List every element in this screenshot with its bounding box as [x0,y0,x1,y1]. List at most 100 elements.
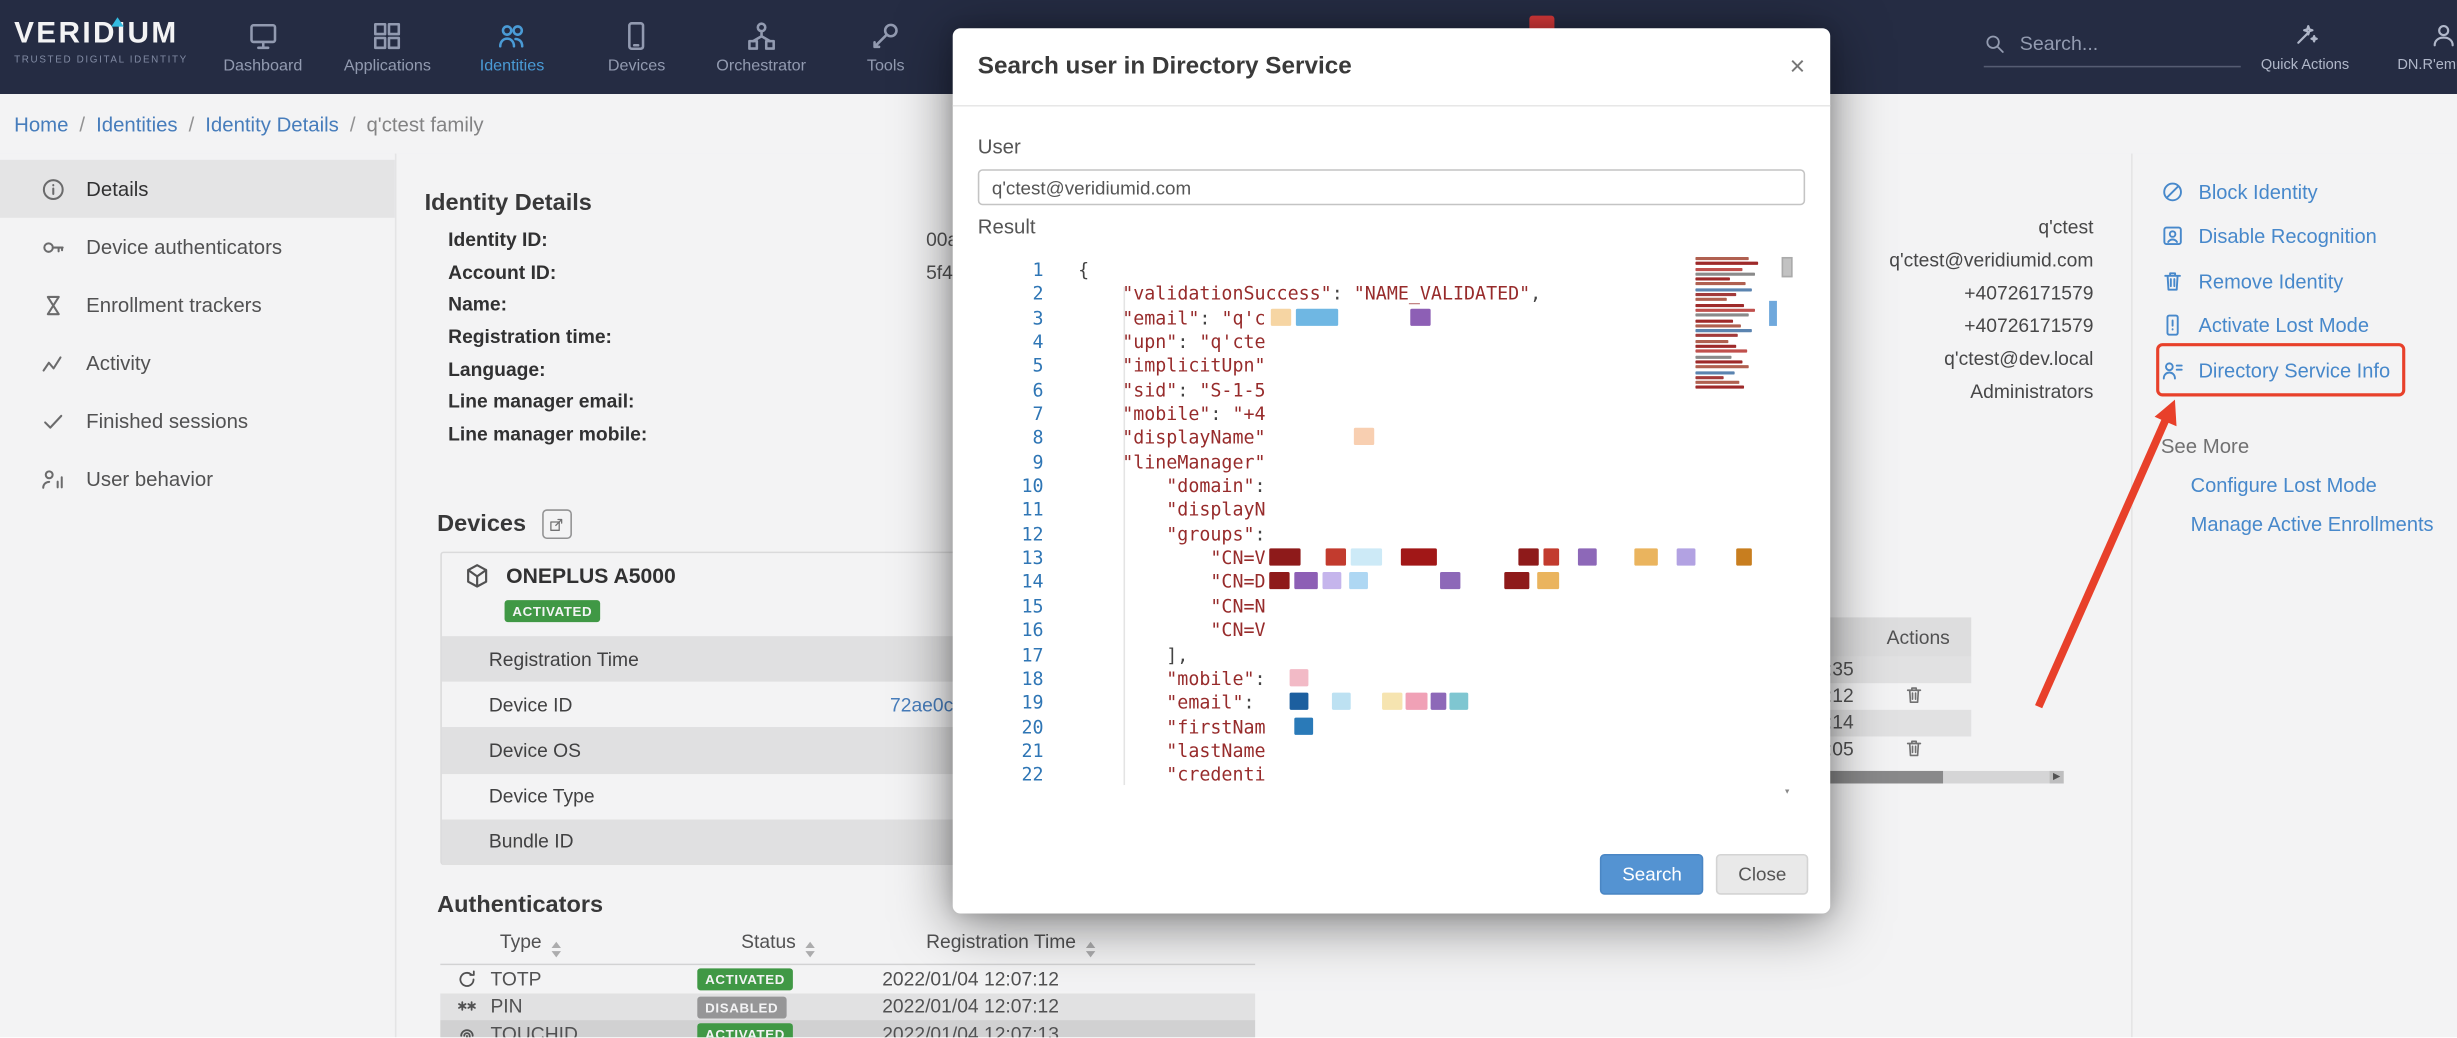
scroll-down-icon[interactable]: ▾ [1782,785,1793,798]
link-manage-active-enrollments[interactable]: Manage Active Enrollments [2191,512,2457,536]
line-number: 10 [978,475,1044,499]
sidebar-item-device-authenticators[interactable]: Device authenticators [0,218,395,276]
redaction-chip [1269,549,1300,566]
column-header-status[interactable]: Status [741,931,926,958]
action-disable-recognition[interactable]: Disable Recognition [2161,222,2457,250]
session-time: :12 [1827,685,1854,707]
code-line: 4 "upn": "q'cte [978,331,1805,355]
code-line: 20 "firstNam [978,715,1805,739]
open-devices-button[interactable] [542,509,572,539]
redaction-chip [1289,669,1308,686]
action-remove-identity[interactable]: Remove Identity [2161,266,2457,294]
registration-time: 2022/01/04 12:07:12 [882,996,1255,1018]
sidebar-item-label: Details [86,177,148,201]
result-code-editor[interactable]: 1{2 "validationSuccess": "NAME_VALIDATED… [978,249,1805,801]
veridium-logo[interactable]: VERIDIUM TRUSTED DIGITAL IDENTITY [14,17,188,66]
redaction-chip [1577,549,1596,566]
field-label: Account ID: [448,262,926,284]
breadcrumb-item-identities[interactable]: Identities [96,112,178,136]
breadcrumb-separator: / [79,112,85,136]
nav-item-tools[interactable]: Tools [823,0,948,94]
nav-item-devices[interactable]: Devices [574,0,699,94]
editor-scrollbar[interactable]: ▾ [1782,252,1793,797]
sidebar-item-finished-sessions[interactable]: Finished sessions [0,392,395,450]
sidebar-item-details[interactable]: Details [0,160,395,218]
field-label: Identity ID: [448,229,926,251]
redaction-chip [1269,573,1289,590]
redaction-chip [1543,549,1559,566]
user-menu[interactable]: DN.R'emuß G [2371,0,2457,94]
line-number: 13 [978,547,1044,571]
line-number: 19 [978,691,1044,715]
status-badge: ACTIVATED [697,1024,793,1037]
left-sidebar: Details Device authenticators Enrollment t… [0,154,395,1038]
redaction-chip [1449,693,1468,710]
action-label: Remove Identity [2198,269,2343,293]
nav-item-dashboard[interactable]: Dashboard [201,0,326,94]
line-number: 9 [978,451,1044,475]
session-time: :05 [1827,738,1854,760]
search-button[interactable]: Search [1600,854,1703,895]
identity-field-row: Account ID:5f4f [448,256,958,288]
sidebar-item-activity[interactable]: Activity [0,334,395,392]
sort-icon[interactable] [805,942,814,958]
redaction-chip [1325,549,1345,566]
redaction-chip [1634,549,1658,566]
line-number: 6 [978,379,1044,403]
pin-icon [456,996,478,1018]
redaction-chip [1289,693,1308,710]
sort-icon[interactable] [1085,942,1094,958]
directory-search-modal: Search user in Directory Service × User … [953,28,1830,913]
link-configure-lost-mode[interactable]: Configure Lost Mode [2191,473,2457,497]
column-header-type[interactable]: Type [440,931,741,958]
navbar-search[interactable]: Search... [1984,33,2241,67]
authenticator-row-pin: PINDISABLED2022/01/04 12:07:12 [440,993,1255,1021]
delete-row-button[interactable] [1904,738,1924,763]
field-label: Registration time: [448,326,926,348]
quick-actions-button[interactable]: Quick Actions [2252,0,2359,94]
user-input[interactable] [978,169,1805,205]
breadcrumb-item-identity-details[interactable]: Identity Details [205,112,339,136]
authenticators-title: Authenticators [437,892,603,919]
action-activate-lost-mode[interactable]: Activate Lost Mode [2161,311,2457,339]
fingerprint-icon [456,1023,478,1037]
session-time: :35 [1827,658,1854,680]
applications-icon [372,20,403,51]
identity-actions-panel: Block Identity Disable Recognition Remove … [2131,154,2457,1038]
dashboard-icon [247,20,278,51]
redaction-chip [1294,573,1318,590]
redaction-chip [1430,693,1446,710]
sidebar-item-enrollment-trackers[interactable]: Enrollment trackers [0,276,395,334]
activity-icon [41,350,66,375]
action-block-identity[interactable]: Block Identity [2161,177,2457,205]
action-directory-service-info[interactable]: Directory Service Info [2161,356,2457,384]
modal-header: Search user in Directory Service × [953,28,1830,106]
line-number: 14 [978,571,1044,595]
code-line: 7 "mobile": "+4 [978,403,1805,427]
quick-actions-label: Quick Actions [2261,56,2349,72]
close-button[interactable]: Close [1716,854,1808,895]
column-header-registration-time[interactable]: Registration Time [926,931,1255,958]
scroll-right-button[interactable]: ▶ [2050,771,2064,784]
block-icon [2161,179,2185,203]
editor-minimap [1695,257,1767,395]
close-icon[interactable]: × [1790,53,1806,80]
redaction-chip [1405,693,1427,710]
sidebar-item-label: Device authenticators [86,235,282,259]
sort-icon[interactable] [551,942,560,958]
sidebar-item-user-behavior[interactable]: User behavior [0,450,395,508]
breadcrumb-item-home[interactable]: Home [14,112,68,136]
hourglass-icon [41,292,66,317]
delete-row-button[interactable] [1904,685,1924,710]
code-line: 2 "validationSuccess": "NAME_VALIDATED", [978,283,1805,307]
line-number: 7 [978,403,1044,427]
field-label: Line manager email: [448,391,926,413]
nav-item-orchestrator[interactable]: Orchestrator [699,0,824,94]
editor-scrollbar-thumb[interactable] [1782,257,1793,277]
nav-item-identities[interactable]: Identities [450,0,575,94]
nav-item-applications[interactable]: Applications [325,0,450,94]
refresh-icon [456,968,478,990]
nav-item-label: Identities [480,57,545,74]
redaction-chip [1322,573,1341,590]
code-line: 15 "CN=N [978,595,1805,619]
